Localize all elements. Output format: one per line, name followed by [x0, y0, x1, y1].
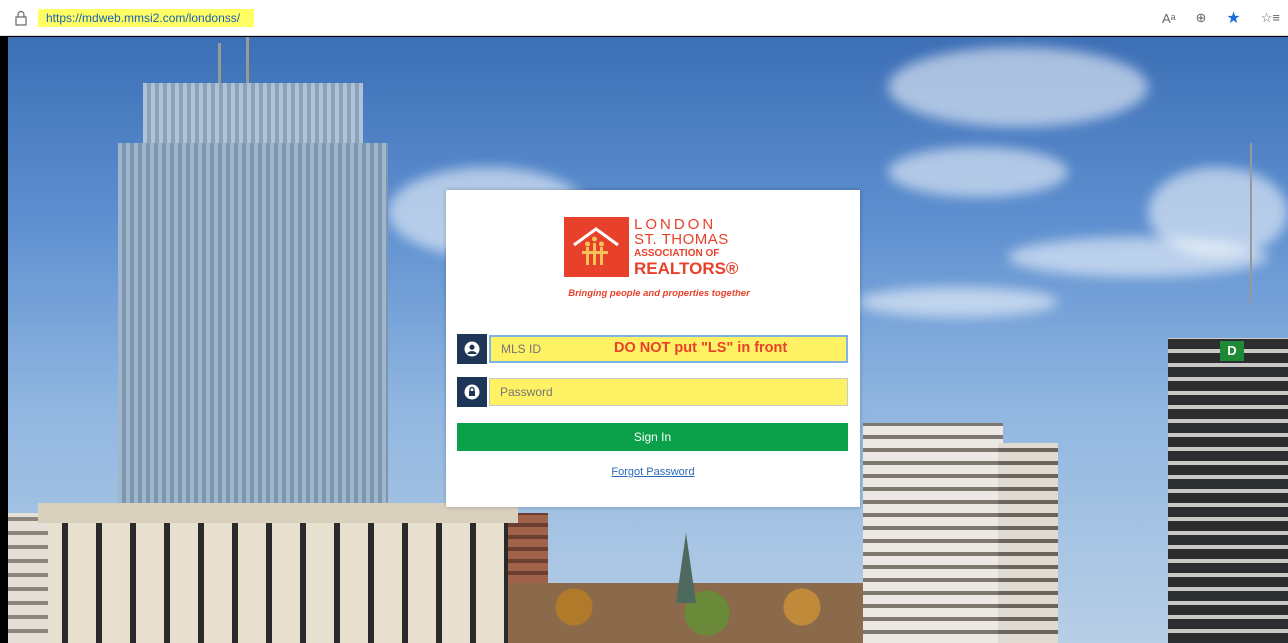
- cloud: [858, 287, 1058, 317]
- favorites-list-icon[interactable]: ☆≡: [1261, 10, 1280, 26]
- browser-address-bar: https://mdweb.mmsi2.com/londonss/ Aᵃ ⊕ ★…: [0, 0, 1288, 36]
- logo-tagline: Bringing people and properties together: [568, 288, 750, 299]
- lock-icon: [15, 10, 27, 26]
- read-aloud-icon[interactable]: Aᵃ: [1162, 11, 1176, 26]
- forgot-password-link[interactable]: Forgot Password: [446, 466, 860, 478]
- apartment-tower-2: [998, 443, 1058, 643]
- logo-line-realtors: REALTORS®: [634, 259, 739, 278]
- association-logo: LONDON ST. THOMAS ASSOCIATION OF REALTOR…: [564, 217, 750, 302]
- low-building: [48, 523, 508, 643]
- mls-warning-text: DO NOT put "LS" in front: [614, 340, 788, 356]
- antenna: [246, 37, 249, 83]
- td-tower: [1168, 338, 1288, 643]
- url-field[interactable]: https://mdweb.mmsi2.com/londonss/: [38, 9, 254, 27]
- user-icon: [457, 334, 487, 364]
- antenna: [1250, 143, 1252, 303]
- church-steeple: [676, 533, 696, 603]
- logo-line-london: LONDON: [634, 216, 717, 233]
- cloud: [1148, 167, 1288, 257]
- antenna: [218, 43, 221, 83]
- cloud: [888, 147, 1068, 197]
- zoom-icon[interactable]: ⊕: [1196, 10, 1207, 26]
- lock-icon: [457, 377, 487, 407]
- tower-crown: [143, 83, 363, 143]
- password-field: [457, 377, 848, 407]
- apartment-tower: [863, 423, 1003, 643]
- logo-line-st-thomas: ST. THOMAS: [634, 231, 729, 248]
- td-sign: D: [1220, 341, 1244, 361]
- logo-wordmark: LONDON ST. THOMAS ASSOCIATION OF REALTOR…: [634, 217, 738, 277]
- house-people-icon: [573, 227, 619, 265]
- logo-line-association: ASSOCIATION OF: [634, 248, 720, 259]
- star-icon[interactable]: ★: [1226, 8, 1240, 28]
- sign-in-button[interactable]: Sign In: [457, 423, 848, 451]
- cloud: [888, 47, 1148, 127]
- password-input[interactable]: [489, 378, 848, 406]
- logo-house-mark: [564, 217, 629, 277]
- login-card: LONDON ST. THOMAS ASSOCIATION OF REALTOR…: [446, 190, 860, 507]
- browser-toolbar: Aᵃ ⊕ ★ ☆≡: [1162, 8, 1280, 28]
